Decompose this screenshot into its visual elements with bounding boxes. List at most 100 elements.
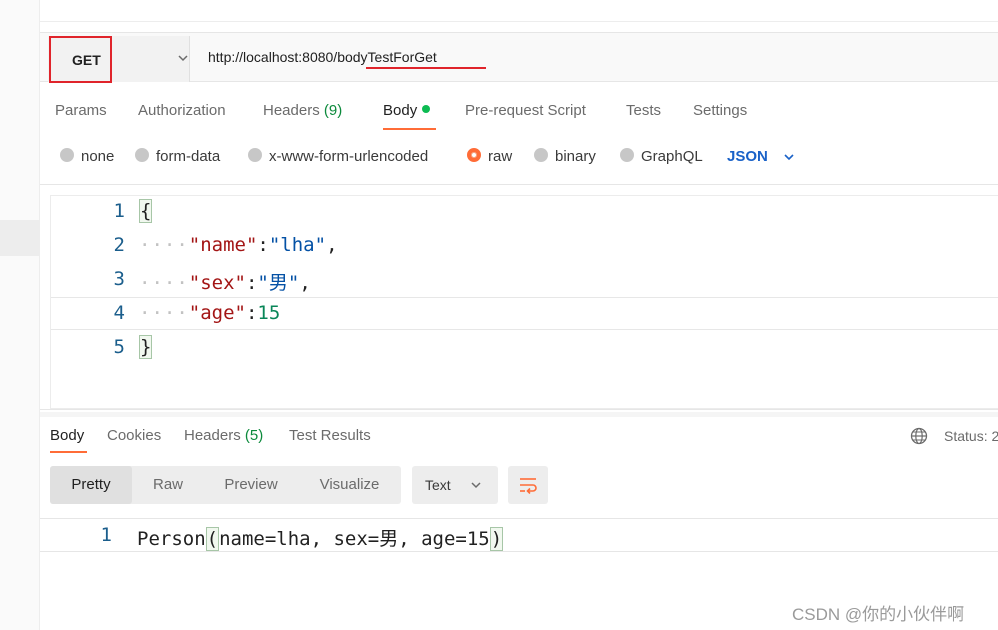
indent-guide: ···· [139, 272, 189, 294]
radio-none[interactable]: none [60, 148, 114, 165]
radio-circle-icon [60, 148, 74, 162]
tab-settings[interactable]: Settings [693, 102, 747, 119]
indent-guide: ···· [139, 302, 189, 324]
code-text: } [139, 335, 153, 359]
line-number: 5 [113, 336, 125, 358]
line-number: 1 [113, 200, 125, 222]
active-tab-underline [383, 128, 436, 130]
code-text: { [139, 199, 153, 223]
radio-raw[interactable]: raw [467, 148, 512, 165]
radio-circle-icon [620, 148, 634, 162]
url-path-underline [366, 67, 486, 69]
json-key: "age" [188, 302, 246, 324]
json-colon: : [245, 272, 258, 294]
radio-circle-icon [248, 148, 262, 162]
tab-response-headers-count: (5) [244, 427, 264, 444]
line-number: 3 [113, 268, 125, 290]
close-paren: ) [489, 527, 504, 551]
radio-graphql[interactable]: GraphQL [620, 148, 703, 165]
globe-icon[interactable] [910, 427, 928, 445]
json-comma: , [299, 272, 311, 294]
tab-test-results[interactable]: Test Results [289, 427, 371, 444]
radio-checked-icon [467, 148, 481, 162]
response-text: Person(name=lha, sex=男, age=15) [137, 524, 504, 551]
pane-divider[interactable] [40, 412, 998, 417]
tab-pre-request-script[interactable]: Pre-request Script [465, 102, 586, 119]
response-tab-underline [50, 451, 87, 453]
view-pretty-button[interactable]: Pretty [50, 466, 132, 504]
json-value: "lha" [268, 234, 327, 256]
line-number: 1 [100, 524, 112, 546]
status-label: Status: 2 [944, 428, 998, 444]
code-line: 2 ····"name":"lha", [51, 230, 998, 263]
view-raw-button[interactable]: Raw [132, 466, 204, 504]
indent-guide: ···· [139, 234, 189, 256]
radio-form-data-label: form-data [156, 148, 221, 165]
code-line: 3 ····"sex":"男", [51, 264, 998, 297]
response-body-viewer[interactable]: 1 Person(name=lha, sex=男, age=15) [40, 518, 998, 552]
response-content: name=lha, sex=男, age=15 [219, 528, 490, 550]
json-colon: : [257, 234, 269, 256]
url-input[interactable]: http://localhost:8080/bodyTestForGet [208, 49, 437, 65]
wrap-lines-button[interactable] [508, 466, 548, 504]
top-tab-strip [40, 0, 998, 22]
open-paren: ( [205, 527, 220, 551]
tab-response-headers[interactable]: Headers (5) [184, 427, 263, 444]
editor-area: 1 { 2 ····"name":"lha", 3 ····"sex":"男",… [50, 195, 998, 409]
response-format-label: Text [425, 477, 451, 493]
request-body-editor[interactable]: 1 { 2 ····"name":"lha", 3 ····"sex":"男",… [40, 184, 998, 410]
json-value: "男" [257, 272, 300, 294]
json-value: 15 [257, 302, 281, 324]
tab-response-body[interactable]: Body [50, 427, 84, 444]
chevron-down-icon[interactable] [176, 51, 190, 65]
radio-urlencoded-label: x-www-form-urlencoded [269, 148, 429, 165]
tab-cookies[interactable]: Cookies [107, 427, 161, 444]
method-highlight-box [49, 36, 112, 83]
sidebar-selected-item[interactable] [0, 220, 39, 256]
radio-form-data[interactable]: form-data [135, 148, 220, 165]
close-brace: } [139, 335, 153, 359]
radio-circle-icon [135, 148, 149, 162]
open-brace: { [139, 199, 153, 223]
wrap-lines-icon [520, 478, 537, 494]
code-text: ····"name":"lha", [139, 234, 338, 256]
code-line: 5 } [51, 332, 998, 365]
response-prefix: Person [137, 528, 206, 550]
view-mode-segmented-control: Pretty Raw Preview Visualize [50, 466, 401, 504]
radio-circle-icon [534, 148, 548, 162]
tab-body-label: Body [383, 102, 418, 119]
code-text: ····"age":15 [139, 302, 280, 324]
tab-headers-count: (9) [323, 102, 343, 119]
tab-headers[interactable]: Headers (9) [263, 102, 342, 119]
code-text: ····"sex":"男", [139, 268, 311, 295]
raw-format-select[interactable]: JSON [727, 148, 768, 165]
tab-tests[interactable]: Tests [626, 102, 661, 119]
json-comma: , [326, 234, 338, 256]
radio-graphql-label: GraphQL [641, 148, 703, 165]
line-number: 2 [113, 234, 125, 256]
json-key: "sex" [188, 272, 246, 294]
response-format-select[interactable]: Text [412, 466, 498, 504]
watermark: CSDN @你的小伙伴啊 [792, 605, 965, 624]
json-key: "name" [188, 234, 258, 256]
radio-raw-label: raw [488, 148, 513, 165]
chevron-down-icon[interactable] [782, 150, 796, 164]
left-sidebar [0, 0, 40, 630]
tab-response-headers-label: Headers [184, 427, 241, 444]
radio-x-www-form-urlencoded[interactable]: x-www-form-urlencoded [248, 148, 428, 165]
line-number: 4 [113, 302, 125, 324]
json-colon: : [245, 302, 258, 324]
radio-binary[interactable]: binary [534, 148, 596, 165]
tab-headers-label: Headers [263, 102, 320, 119]
code-line: 1 { [51, 196, 998, 229]
view-visualize-button[interactable]: Visualize [298, 466, 401, 504]
tab-authorization[interactable]: Authorization [138, 102, 226, 119]
tab-body[interactable]: Body [383, 102, 431, 119]
code-line-current: 4 ····"age":15 [51, 297, 998, 330]
radio-binary-label: binary [555, 148, 596, 165]
radio-none-label: none [81, 148, 115, 165]
request-url-bar: GET http://localhost:8080/bodyTestForGet [40, 32, 998, 83]
tab-params[interactable]: Params [55, 102, 107, 119]
body-active-dot-icon [422, 105, 431, 113]
view-preview-button[interactable]: Preview [204, 466, 298, 504]
